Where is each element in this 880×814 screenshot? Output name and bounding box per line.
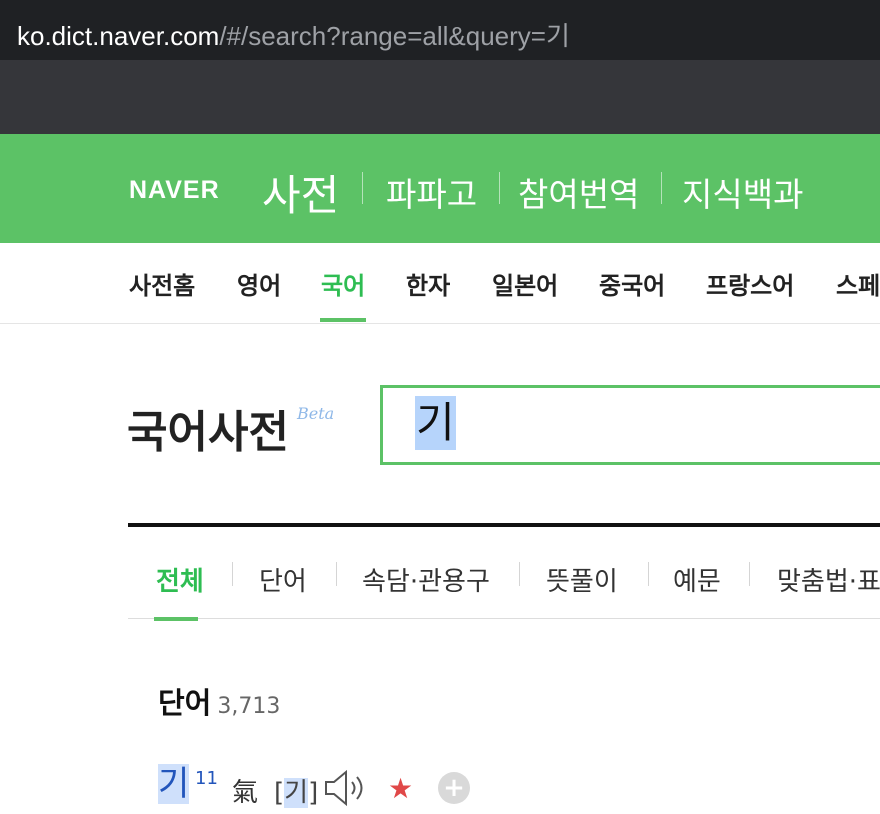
entry-hanja: 氣 <box>232 778 259 808</box>
nav-item-english[interactable]: 영어 <box>237 266 281 301</box>
section-title: 단어 <box>158 686 212 720</box>
tab-underline <box>128 618 880 619</box>
plus-icon[interactable]: + <box>438 772 470 804</box>
pron-open-bracket: [ <box>274 778 285 808</box>
header-divider <box>661 172 662 204</box>
search-input[interactable]: 기 <box>380 385 880 465</box>
section-rule <box>128 523 880 527</box>
header-link-participation-translation[interactable]: 참여번역 <box>518 168 639 216</box>
tab-divider <box>336 562 337 586</box>
address-bar[interactable]: ko.dict.naver.com/#/search?range=all&que… <box>0 0 880 60</box>
nav-item-home[interactable]: 사전홈 <box>129 266 195 301</box>
header-divider <box>362 172 363 204</box>
service-title[interactable]: 사전 <box>262 162 339 223</box>
tab-spelling[interactable]: 맞춤법·표 <box>777 561 880 598</box>
url-host: ko.dict.naver.com <box>17 21 220 51</box>
entry-row: 기 11 氣 [기] ★ + <box>158 764 858 810</box>
word-section-header: 단어 3,713 <box>158 680 280 722</box>
tab-divider <box>519 562 520 586</box>
entry-word-link[interactable]: 기 <box>158 764 190 804</box>
tab-words[interactable]: 단어 <box>259 561 307 598</box>
tab-idioms[interactable]: 속담·관용구 <box>362 561 490 598</box>
dictionary-title: 국어사전 <box>127 407 289 458</box>
browser-toolbar <box>0 60 880 134</box>
star-icon[interactable]: ★ <box>388 772 413 805</box>
beta-badge: Beta <box>297 404 335 423</box>
result-count: 3,713 <box>217 694 281 719</box>
tab-active-indicator <box>154 617 198 621</box>
url-text[interactable]: ko.dict.naver.com/#/search?range=all&que… <box>17 16 570 53</box>
nav-active-indicator <box>320 318 366 322</box>
pron-close-bracket: ] <box>308 778 319 808</box>
homonym-number: 11 <box>195 768 218 789</box>
nav-item-chinese[interactable]: 중국어 <box>599 266 665 301</box>
url-path: /#/search?range=all&query=기 <box>219 21 570 51</box>
entry-pronunciation: [기] <box>274 772 318 809</box>
tab-divider <box>232 562 233 586</box>
speaker-icon[interactable] <box>324 768 372 812</box>
nav-item-japanese[interactable]: 일본어 <box>492 266 558 301</box>
nav-item-spanish[interactable]: 스페 <box>836 266 880 301</box>
tab-all[interactable]: 전체 <box>156 561 204 598</box>
nav-item-korean[interactable]: 국어 <box>321 266 365 301</box>
naver-logo[interactable]: NAVER <box>129 176 220 205</box>
pron-text: 기 <box>284 778 309 808</box>
tab-examples[interactable]: 예문 <box>673 561 721 598</box>
header-link-encyclopedia[interactable]: 지식백과 <box>682 168 803 216</box>
header-link-papago[interactable]: 파파고 <box>386 168 477 216</box>
nav-item-french[interactable]: 프랑스어 <box>706 266 794 301</box>
tab-divider <box>749 562 750 586</box>
header-divider <box>499 172 500 204</box>
nav-item-hanja[interactable]: 한자 <box>406 266 450 301</box>
dictionary-nav: 사전홈 영어 국어 한자 일본어 중국어 프랑스어 스페 <box>0 243 880 324</box>
tab-definitions[interactable]: 뜻풀이 <box>546 561 618 598</box>
search-query-text[interactable]: 기 <box>415 396 456 450</box>
tab-divider <box>648 562 649 586</box>
